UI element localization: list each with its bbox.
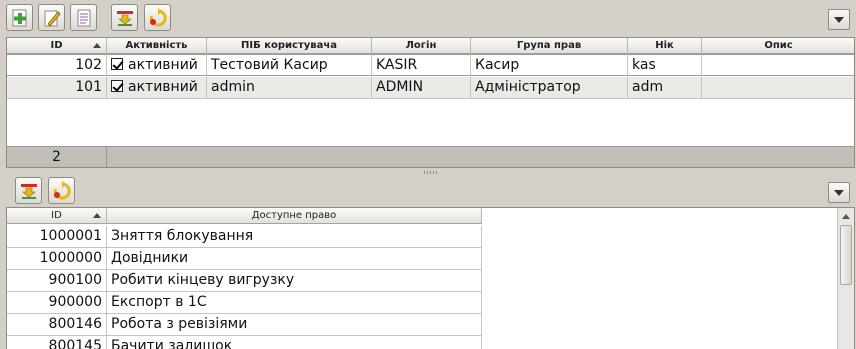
users-toolbar: [0, 0, 856, 32]
document-icon: [77, 9, 90, 26]
cell-right-id: 900100: [7, 270, 107, 292]
users-table: ID Активність ПІБ користувача Логін Груп…: [6, 37, 855, 168]
cell-desc: [702, 54, 854, 76]
cell-group: Касир: [471, 54, 628, 76]
edit-user-button[interactable]: [38, 4, 65, 31]
col-desc[interactable]: Опис: [702, 38, 854, 54]
cell-right-id: 800145: [7, 336, 107, 349]
view-doc-button[interactable]: [70, 4, 97, 31]
rights-toolbar: [0, 173, 856, 205]
pencil-icon: [44, 10, 61, 27]
cell-right-name: Довідники: [107, 248, 482, 270]
scroll-up-button[interactable]: [838, 208, 854, 224]
refresh-icon: [53, 180, 71, 199]
cell-right-name: Бачити залишок: [107, 336, 482, 349]
table-row[interactable]: 800145 Бачити залишок: [7, 336, 482, 349]
col-login[interactable]: Логін: [372, 38, 471, 54]
sort-asc-icon: [93, 43, 101, 48]
chevron-down-icon: [834, 189, 844, 196]
export-button[interactable]: [111, 4, 138, 31]
cell-fullname: Тестовий Касир: [207, 54, 372, 76]
rights-vertical-scrollbar[interactable]: [837, 208, 854, 349]
cell-active[interactable]: активний: [107, 77, 207, 99]
cell-group: Адміністратор: [471, 77, 628, 99]
export-icon: [116, 10, 133, 26]
table-row[interactable]: 900100 Робити кінцеву вигрузку: [7, 270, 482, 292]
row-count: 2: [7, 147, 107, 167]
add-icon: [12, 9, 26, 26]
cell-nick: kas: [628, 54, 702, 76]
cell-right-id: 800146: [7, 314, 107, 336]
col-right-name[interactable]: Доступне право: [107, 208, 482, 224]
refresh-rights-button[interactable]: [48, 177, 75, 204]
table-row[interactable]: 1000000 Довідники: [7, 248, 482, 270]
col-group[interactable]: Група прав: [471, 38, 628, 54]
add-user-button[interactable]: [6, 4, 33, 31]
cell-right-id: 1000001: [7, 226, 107, 248]
cell-right-id: 900000: [7, 292, 107, 314]
table-row[interactable]: 800146 Робота з ревізіями: [7, 314, 482, 336]
cell-id: 101: [7, 77, 107, 99]
chevron-down-icon: [834, 16, 844, 23]
cell-fullname: admin: [207, 77, 372, 99]
toolbar-menu-button[interactable]: [828, 9, 850, 30]
col-right-id[interactable]: ID: [7, 208, 107, 224]
chevron-up-icon: [842, 213, 850, 219]
export-rights-button[interactable]: [15, 177, 42, 204]
scroll-thumb[interactable]: [840, 225, 852, 285]
cell-active[interactable]: активний: [107, 54, 207, 76]
col-nick[interactable]: Нік: [628, 38, 702, 54]
table-row[interactable]: 1000001 Зняття блокування: [7, 226, 482, 248]
rights-menu-button[interactable]: [828, 182, 850, 203]
cell-nick: adm: [628, 77, 702, 99]
table-row[interactable]: 900000 Експорт в 1С: [7, 292, 482, 314]
table-row[interactable]: 101 активний admin ADMIN Адміністратор a…: [7, 77, 854, 99]
users-table-footer: 2: [7, 146, 854, 167]
rights-table: ID Доступне право 1000001 Зняття блокува…: [6, 207, 855, 349]
cell-id: 102: [7, 54, 107, 76]
cell-login: KASIR: [372, 54, 471, 76]
cell-desc: [702, 77, 854, 99]
checkbox-icon[interactable]: [111, 80, 123, 92]
cell-right-id: 1000000: [7, 248, 107, 270]
cell-right-name: Робити кінцеву вигрузку: [107, 270, 482, 292]
checkbox-icon[interactable]: [111, 58, 123, 70]
rights-table-header: ID Доступне право: [7, 208, 482, 224]
col-fullname[interactable]: ПІБ користувача: [207, 38, 372, 54]
table-row[interactable]: 102 активний Тестовий Касир KASIR Касир …: [7, 54, 854, 76]
cell-right-name: Зняття блокування: [107, 226, 482, 248]
refresh-icon: [149, 7, 167, 26]
col-id[interactable]: ID: [7, 38, 107, 54]
col-active[interactable]: Активність: [107, 38, 207, 54]
refresh-button[interactable]: [144, 4, 171, 31]
cell-login: ADMIN: [372, 77, 471, 99]
export-icon: [20, 183, 37, 199]
cell-right-name: Експорт в 1С: [107, 292, 482, 314]
cell-right-name: Робота з ревізіями: [107, 314, 482, 336]
users-table-header: ID Активність ПІБ користувача Логін Груп…: [7, 38, 854, 54]
sort-asc-icon: [93, 213, 101, 218]
